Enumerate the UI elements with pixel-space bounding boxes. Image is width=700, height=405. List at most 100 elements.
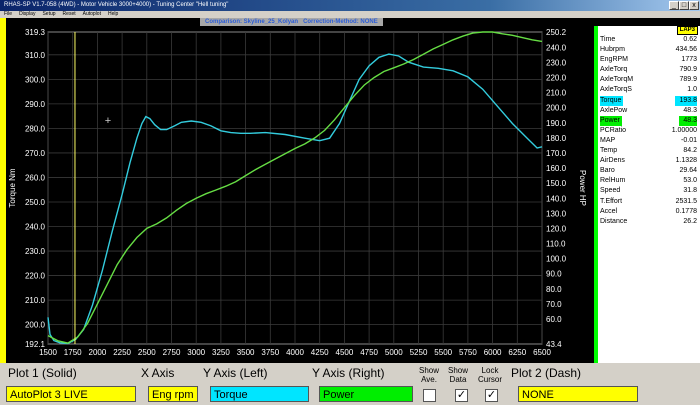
stat-value: 0.1778 [675,207,697,215]
lap-badge: LAP3 [676,26,698,35]
y-right-tick-label: 170.0 [546,149,567,158]
menu-reset[interactable]: Reset [63,11,76,17]
y-left-tick-label: 240.0 [25,223,46,232]
stat-label: AirDens [600,157,625,165]
y-right-tick-label: 80.0 [546,285,562,294]
stat-value: 790.9 [679,66,697,74]
stat-value: 193.8 [675,95,697,106]
stat-value: 84.2 [683,147,697,155]
lock-cursor-checkbox[interactable]: ✓ [485,389,498,402]
maximize-button[interactable]: □ [679,1,689,10]
y-left-tick-label: 319.3 [25,28,46,37]
stat-value: 29.64 [679,167,697,175]
show-data-checkbox[interactable]: ✓ [455,389,468,402]
y-left-tick-label: 210.0 [25,296,46,305]
stat-label: AxleTorq [600,66,628,74]
show-data-label: Show Data [447,366,468,384]
menu-setup[interactable]: Setup [42,11,55,17]
stat-row-map: MAP -0.01 [598,136,700,146]
y-right-tick-label: 160.0 [546,164,567,173]
y-right-tick-label: 140.0 [546,194,567,203]
stat-label: Speed [600,187,621,195]
stat-label: Accel [600,207,618,215]
stat-value: 2531.5 [675,197,697,205]
menu-autoplot[interactable]: Autoplot [83,11,101,17]
stat-row-time: Time 0.62 [598,35,700,45]
stat-value: 53.0 [683,177,697,185]
stat-label: PCRatio [600,126,627,134]
x-tick-label: 6000 [484,348,502,357]
menu-help[interactable]: Help [108,11,118,17]
x-tick-label: 3000 [187,348,205,357]
plot1-select[interactable]: AutoPlot 3 LIVE [6,386,136,402]
menu-file[interactable]: File [4,11,12,17]
stat-row-hubrpm: Hubrpm 434.56 [598,45,700,55]
x-tick-label: 4500 [336,348,354,357]
stat-value: 1773 [681,56,697,64]
stat-label: Time [600,36,616,43]
x-tick-label: 6250 [508,348,526,357]
x-tick-label: 4750 [360,348,378,357]
stat-value: 48.3 [683,106,697,114]
menu-bar: File Display Setup Reset Autoplot Help [0,11,700,18]
stats-header: LAP3 [598,26,700,35]
x-tick-label: 3250 [212,348,230,357]
stat-row-temp: Temp 84.2 [598,146,700,156]
x-tick-label: 2000 [89,348,107,357]
stat-label: MAP [600,136,616,144]
stat-label: Temp [600,147,618,155]
yright-select[interactable]: Power [319,386,413,402]
xaxis-label: X Axis [141,366,175,380]
stat-row-t-effort: T.Effort 2531.5 [598,197,700,207]
x-tick-label: 3500 [237,348,255,357]
stat-value: 1.0 [687,86,697,94]
show-ave-checkbox[interactable] [423,389,436,402]
y-left-tick-label: 200.0 [25,321,46,330]
y-right-tick-label: 210.0 [546,89,567,98]
x-tick-label: 5000 [385,348,403,357]
stat-label: AxleTorqM [600,76,634,84]
stat-row-speed: Speed 31.8 [598,186,700,196]
x-tick-label: 6500 [533,348,551,357]
window-titlebar: RHAS-SP V1.7-058 (4WD) - Motor Vehicle 3… [0,0,700,11]
y-right-tick-label: 180.0 [546,134,567,143]
stat-value: 26.2 [683,217,697,225]
y-right-tick-label: 150.0 [546,179,567,188]
stat-label: RelHum [600,177,626,185]
stat-row-pcratio: PCRatio 1.00000 [598,126,700,136]
correction-method: Correction-Method: NONE [303,19,378,25]
plot2-select[interactable]: NONE [518,386,638,402]
yright-label: Y Axis (Right) [312,366,385,380]
stat-label: EngRPM [600,56,629,64]
stat-label: Distance [600,217,628,225]
stat-label: Torque [600,95,624,106]
plot1-label: Plot 1 (Solid) [8,366,77,380]
menu-display[interactable]: Display [19,11,35,17]
lock-cursor-label: Lock Cursor [477,366,502,384]
stat-row-engrpm: EngRPM 1773 [598,55,700,65]
y-left-tick-label: 230.0 [25,247,46,256]
y-left-tick-label: 250.0 [25,198,46,207]
x-tick-label: 5250 [410,348,428,357]
y-right-tick-label: 220.0 [546,74,567,83]
window-title: RHAS-SP V1.7-058 (4WD) - Motor Vehicle 3… [4,2,229,8]
y-right-tick-label: 43.4 [546,340,562,349]
close-button[interactable]: x [689,1,699,10]
x-tick-label: 1750 [64,348,82,357]
stat-row-baro: Baro 29.64 [598,166,700,176]
y-right-tick-label: 240.0 [546,43,567,52]
dyno-chart[interactable]: 1500 1750 2000 2250 2500 2750 3000 3250 3500 3750… [0,26,594,363]
stat-label: Baro [600,167,615,175]
x-tick-label: 5750 [459,348,477,357]
stat-row-airdens: AirDens 1.1328 [598,156,700,166]
stat-value: 1.00000 [671,126,697,134]
stat-label: Hubrpm [600,46,625,54]
stat-row-axlepow: AxlePow 48.3 [598,106,700,116]
y-right-tick-label: 250.2 [546,28,567,37]
minimize-button[interactable]: _ [669,1,679,10]
yleft-select[interactable]: Torque [210,386,309,402]
stat-row-relhum: RelHum 53.0 [598,176,700,186]
xaxis-select[interactable]: Eng rpm [148,386,198,402]
plot2-label: Plot 2 (Dash) [511,366,582,380]
y-left-tick-label: 290.0 [25,100,46,109]
